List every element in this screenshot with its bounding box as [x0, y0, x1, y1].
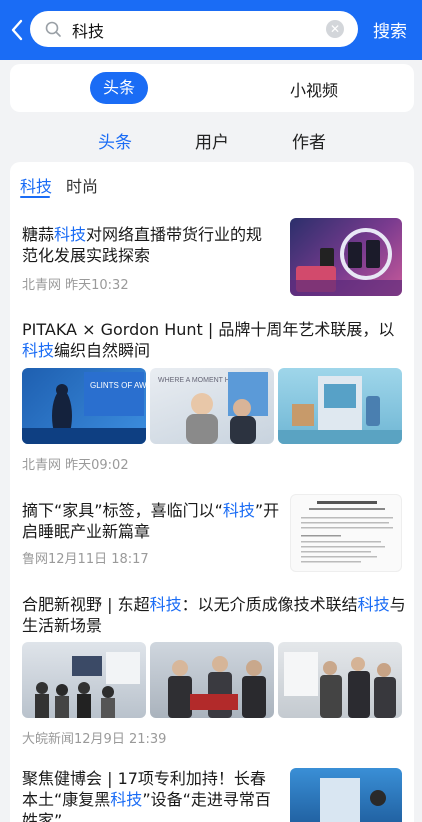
image-caption-glints: GLINTS OF AWARENESS	[90, 381, 146, 390]
article-image-2[interactable]	[150, 642, 274, 718]
back-arrow-icon[interactable]	[8, 18, 28, 42]
subtab-users[interactable]: 用户	[195, 128, 229, 153]
article-meta: 北青网 昨天10:32	[22, 278, 129, 293]
results-list: 科技 时尚 糖蒜科技对网络直播带货行业的规范化发展实践探索 北青网 昨天10:3…	[10, 162, 414, 822]
article-meta: 北青网 昨天09:02	[22, 458, 129, 473]
segment-short-video[interactable]: 小视频	[290, 77, 338, 101]
segment-headlines[interactable]: 头条	[90, 72, 148, 104]
subtab-authors[interactable]: 作者	[292, 128, 326, 153]
article-image-1[interactable]: GLINTS OF AWARENESS	[22, 368, 146, 444]
article-image-1[interactable]	[22, 642, 146, 718]
article-title[interactable]: 糖蒜科技对网络直播带货行业的规范化发展实践探索	[22, 224, 274, 266]
search-button[interactable]: 搜索	[373, 17, 407, 42]
result-subtabs: 头条 用户 作者	[0, 128, 422, 156]
article-meta: 大皖新闻12月9日 21:39	[22, 732, 167, 747]
article-title[interactable]: PITAKA × Gordon Hunt | 品牌十周年艺术联展，以科技编织自然…	[22, 319, 406, 361]
article-title[interactable]: 合肥新视野 | 东超科技：以无介质成像技术联结科技与生活新场景	[22, 594, 408, 636]
clear-icon[interactable]: ✕	[326, 20, 344, 38]
category-tab-tech[interactable]: 科技	[20, 173, 52, 197]
content-type-segment: 头条 小视频	[10, 64, 414, 112]
search-query-text[interactable]: 科技	[72, 18, 104, 42]
article-document-thumbnail[interactable]	[290, 494, 402, 572]
active-tab-indicator	[20, 196, 50, 198]
article-thumbnail[interactable]	[290, 218, 402, 296]
search-icon	[45, 21, 61, 37]
top-bar: 科技 ✕ 搜索	[0, 0, 422, 60]
article-thumbnail[interactable]	[290, 768, 402, 822]
article-image-2[interactable]: WHERE A MOMENT HOLDS	[150, 368, 274, 444]
article-meta: 鲁网12月11日 18:17	[22, 552, 149, 567]
article-image-3[interactable]	[278, 368, 402, 444]
article-image-3[interactable]	[278, 642, 402, 718]
search-field[interactable]: 科技 ✕	[30, 11, 358, 47]
category-tab-fashion[interactable]: 时尚	[66, 173, 98, 197]
article-title[interactable]: 摘下“家具”标签，喜临门以“科技”开启睡眠产业新篇章	[22, 500, 280, 542]
article-title[interactable]: 聚焦健博会 | 17项专利加持！长春本土“康复黑科技”设备“走进寻常百姓家”	[22, 768, 280, 822]
category-tabs: 科技 时尚	[10, 162, 414, 202]
subtab-headlines[interactable]: 头条	[98, 128, 132, 153]
